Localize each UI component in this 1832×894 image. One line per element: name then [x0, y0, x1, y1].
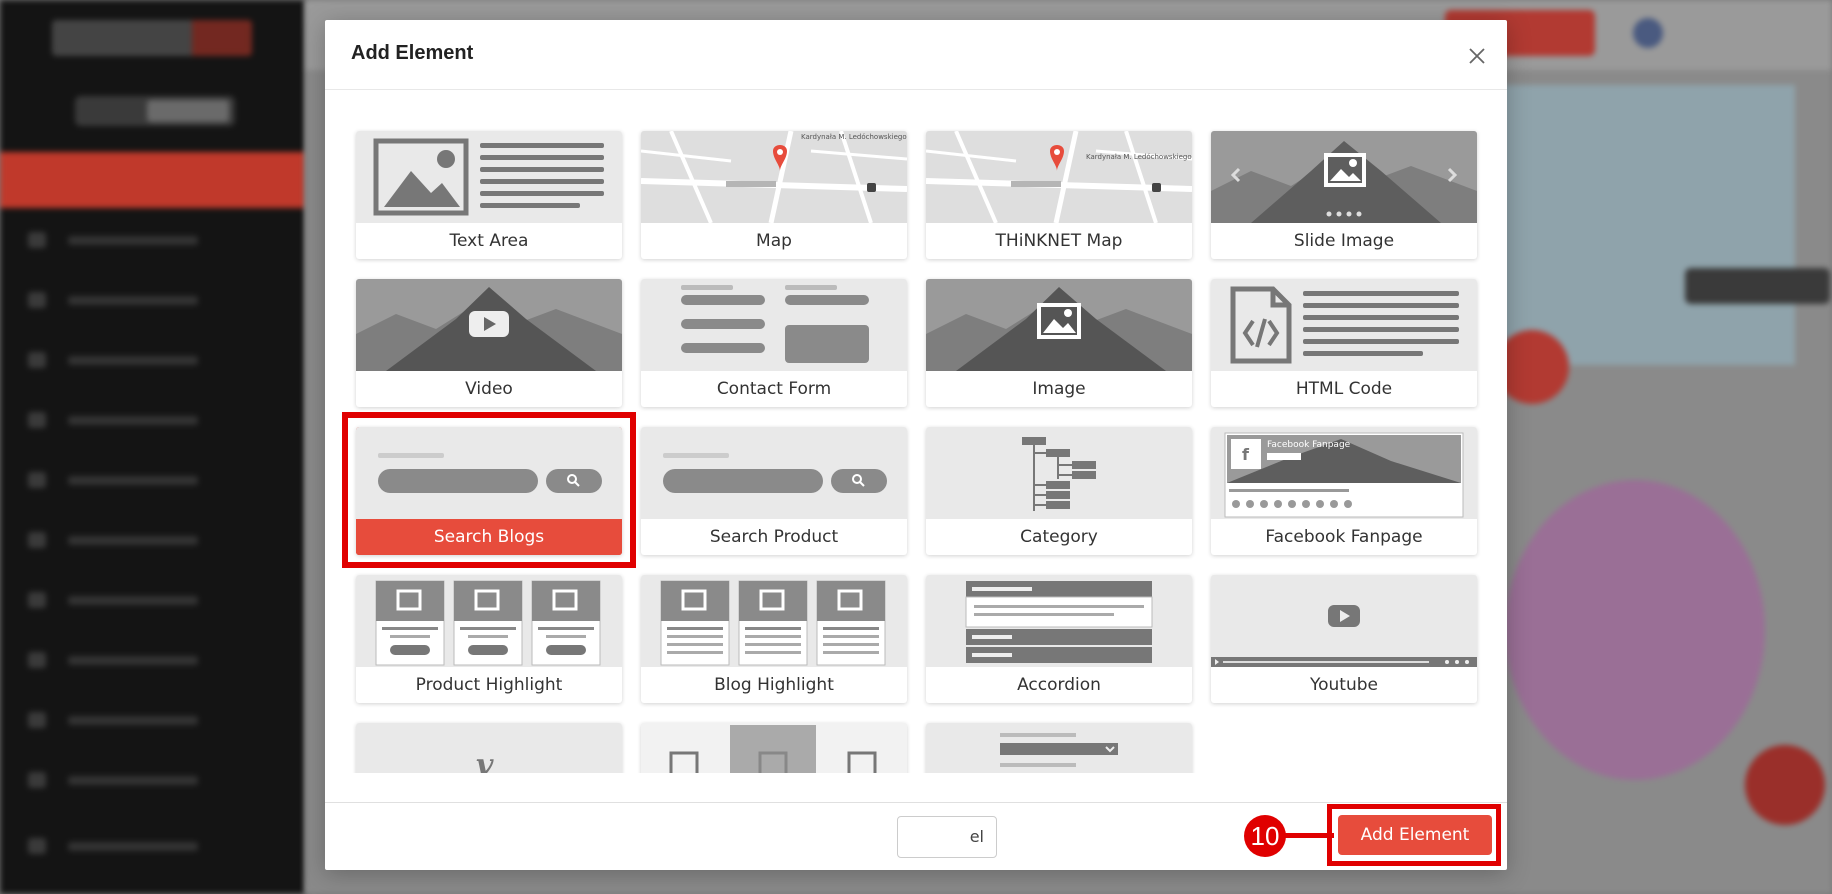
map-street-label: Kardynała M. Ledóchowskiego	[801, 133, 907, 141]
background-toggle	[75, 96, 235, 126]
background-active-nav	[0, 152, 305, 208]
element-card-vimeo[interactable]: v	[356, 723, 622, 773]
background-nav-item	[28, 232, 238, 248]
background-sidebar	[0, 0, 305, 894]
background-nav-item	[28, 292, 238, 308]
search-icon	[641, 427, 907, 519]
element-grid-area[interactable]: Text Area Kardynała M. Ledóchowskiego Ma…	[325, 91, 1507, 773]
category-tree-icon	[926, 427, 1192, 519]
step-connector	[1282, 833, 1334, 838]
image-icon	[926, 279, 1192, 371]
map-icon: Kardynała M. Ledóchowskiego	[641, 131, 907, 223]
contact-form-icon	[641, 279, 907, 371]
element-card-label: Video	[465, 379, 513, 399]
facebook-icon: f Facebook Fanpage	[1211, 427, 1477, 519]
background-nav-item	[28, 412, 238, 428]
facebook-thumb-title: Facebook Fanpage	[1267, 440, 1351, 450]
background-pink-shape	[1505, 480, 1765, 780]
element-card-label: Product Highlight	[415, 675, 563, 695]
map-icon: Kardynała M. Ledóchowskiego	[926, 131, 1192, 223]
element-card-dropdown[interactable]	[926, 723, 1192, 773]
element-card-map[interactable]: Kardynała M. Ledóchowskiego Map	[641, 131, 907, 259]
element-card-label: Blog Highlight	[714, 675, 834, 695]
map-street-label: Kardynała M. Ledóchowskiego	[1086, 153, 1192, 161]
element-card-gallery[interactable]	[641, 723, 907, 773]
vimeo-icon: v	[356, 723, 622, 773]
close-button[interactable]	[1467, 46, 1487, 66]
add-element-button[interactable]: Add Element	[1338, 815, 1492, 855]
element-card-label: Category	[1020, 527, 1098, 547]
element-card-slide-image[interactable]: Slide Image	[1211, 131, 1477, 259]
youtube-icon	[1211, 575, 1477, 667]
element-card-label: Youtube	[1310, 675, 1378, 695]
background-chat-fab	[1745, 745, 1825, 825]
slide-image-icon	[1211, 131, 1477, 223]
element-card-product-highlight[interactable]: Product Highlight	[356, 575, 622, 703]
element-card-contact-form[interactable]: Contact Form	[641, 279, 907, 407]
background-avatar	[1633, 18, 1663, 48]
background-nav-item	[28, 592, 238, 608]
element-card-label: Accordion	[1017, 675, 1101, 695]
product-highlight-icon	[356, 575, 622, 667]
element-card-facebook-fanpage[interactable]: f Facebook Fanpage Facebook Fanpage	[1211, 427, 1477, 555]
element-card-image[interactable]: Image	[926, 279, 1192, 407]
gallery-icon	[641, 723, 907, 773]
background-dark-pill	[1685, 268, 1830, 304]
element-card-video[interactable]: Video	[356, 279, 622, 407]
element-card-label: THiNKNET Map	[995, 231, 1123, 251]
svg-text:v: v	[476, 748, 494, 773]
dropdown-icon	[926, 723, 1192, 773]
element-card-label: Search Blogs	[356, 519, 622, 555]
element-card-label: Contact Form	[716, 379, 832, 399]
background-nav-item	[28, 652, 238, 668]
element-card-accordion[interactable]: Accordion	[926, 575, 1192, 703]
html-code-icon	[1211, 279, 1477, 371]
element-card-text-area[interactable]: Text Area	[356, 131, 622, 259]
background-nav-item	[28, 772, 238, 788]
search-icon	[356, 427, 622, 519]
element-card-html-code[interactable]: HTML Code	[1211, 279, 1477, 407]
text-area-icon	[356, 131, 622, 223]
modal-header: Add Element	[325, 20, 1507, 90]
background-nav-item	[28, 532, 238, 548]
background-nav-item	[28, 472, 238, 488]
element-card-category[interactable]: Category	[926, 427, 1192, 555]
add-element-modal: Add Element Text Area Kardynała M. Ledóc…	[325, 20, 1507, 870]
element-card-blog-highlight[interactable]: Blog Highlight	[641, 575, 907, 703]
element-card-search-blogs[interactable]: Search Blogs	[356, 427, 622, 555]
background-canvas	[1495, 85, 1795, 365]
background-nav-item	[28, 712, 238, 728]
video-icon	[356, 279, 622, 371]
element-card-thinknet-map[interactable]: Kardynała M. Ledóchowskiego THiNKNET Map	[926, 131, 1192, 259]
modal-title: Add Element	[351, 42, 474, 64]
cancel-button[interactable]: el	[897, 816, 997, 858]
background-nav-item	[28, 838, 238, 854]
element-card-label: Map	[756, 231, 792, 251]
element-card-label: Image	[1032, 379, 1086, 399]
step-badge: 10	[1244, 815, 1286, 857]
element-card-label: Facebook Fanpage	[1265, 527, 1423, 547]
background-nav-item	[28, 352, 238, 368]
accordion-icon	[926, 575, 1192, 667]
element-card-label: Text Area	[449, 231, 529, 251]
element-card-label: HTML Code	[1295, 379, 1393, 399]
background-logo	[52, 20, 252, 56]
element-card-youtube[interactable]: Youtube	[1211, 575, 1477, 703]
element-card-search-product[interactable]: Search Product	[641, 427, 907, 555]
close-icon	[1469, 48, 1485, 64]
svg-text:f: f	[1242, 445, 1250, 464]
element-card-label: Slide Image	[1293, 231, 1395, 251]
blog-highlight-icon	[641, 575, 907, 667]
element-card-label: Search Product	[709, 527, 839, 547]
